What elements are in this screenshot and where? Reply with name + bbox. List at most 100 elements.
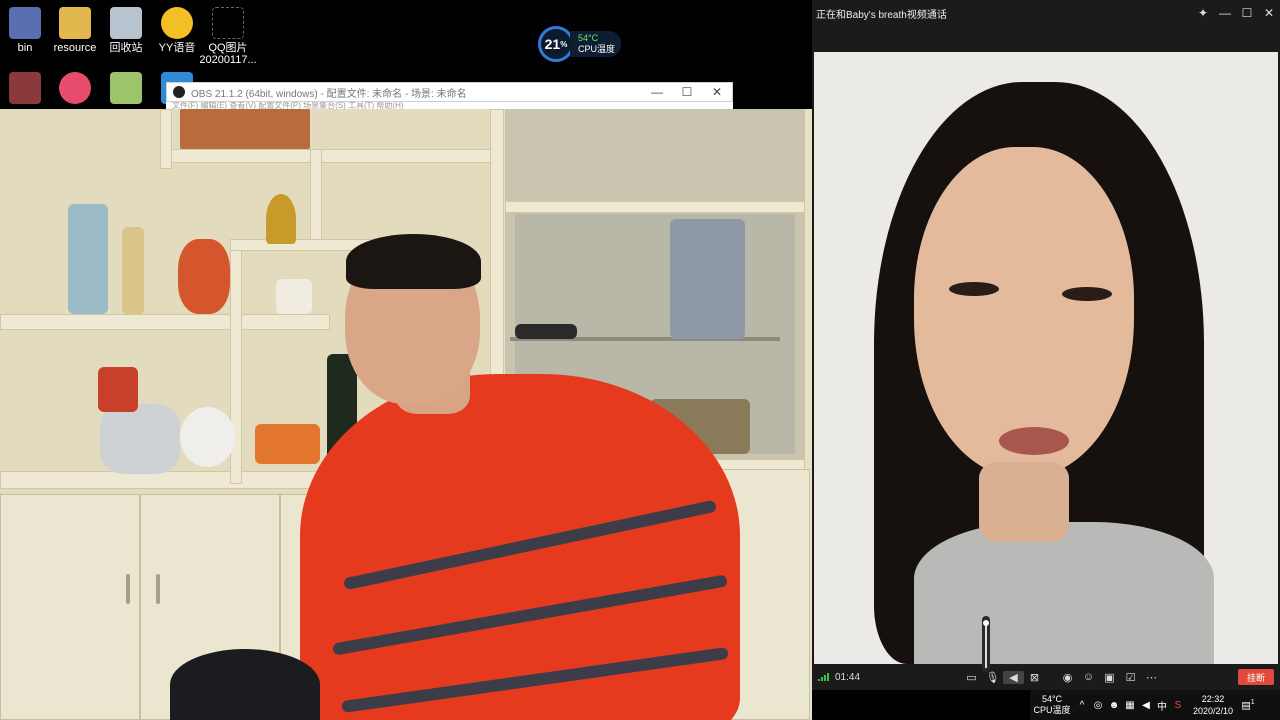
desktop: bin resource 回收站 YY语音 QQ图片 20200117... 2… — [0, 0, 1280, 720]
app-tray-icon[interactable]: ☻ — [1106, 700, 1122, 711]
signal-strength-icon — [818, 673, 829, 681]
minimize-button[interactable]: — — [1214, 6, 1236, 20]
sogou-icon[interactable]: S — [1170, 700, 1186, 711]
obs-window-title: OBS 21.1.2 (64bit, windows) - 配置文件: 未命名 … — [191, 88, 467, 100]
desktop-icon-99[interactable] — [46, 72, 104, 107]
game-avatar-icon — [9, 72, 41, 104]
woman-sweater — [914, 522, 1214, 664]
cat-figure — [276, 279, 312, 314]
tray-clock[interactable]: 22:32 2020/2/10 — [1186, 693, 1240, 717]
person-hair — [346, 234, 481, 289]
user-app-icon — [110, 72, 142, 104]
obs-preview-video — [0, 109, 812, 720]
shelf-board — [165, 149, 495, 163]
app-99-icon — [59, 72, 91, 104]
woman-eye — [949, 282, 999, 296]
recycle-bin-icon — [110, 7, 142, 39]
video-call-window: 正在和Baby's breath视频通话 ✦ — ☐ ✕ 01:44 ▭ 🎙 ◀ — [812, 0, 1280, 690]
desktop-icon-user-app[interactable] — [97, 72, 155, 107]
ime-indicator[interactable]: 中 — [1154, 698, 1170, 713]
tray-cpu-temp[interactable]: 54°C CPU温度 — [1030, 694, 1074, 716]
desktop-icon-yy[interactable]: YY语音 — [148, 7, 206, 54]
microphone-icon[interactable]: 🎙 — [982, 671, 1003, 684]
volume-slider[interactable] — [982, 616, 990, 672]
cabinet-handle — [156, 574, 160, 604]
desktop-icon-qq-image[interactable]: QQ图片 20200117... — [199, 7, 257, 68]
shelf-divider — [310, 149, 322, 249]
desktop-icon-label: YY语音 — [158, 42, 196, 54]
cabinet-handle — [126, 574, 130, 604]
screen-share-icon[interactable]: ▣ — [1099, 671, 1120, 684]
cpu-temp-label: CPU温度 — [578, 44, 616, 54]
video-call-controls: 01:44 ▭ 🎙 ◀ ⊠ ◉ ☺ ▣ ☑ ⋯ — [812, 664, 1280, 690]
cpu-temp-value: 54°C — [578, 33, 599, 43]
cpu-usage-ring: 21% — [538, 26, 574, 62]
obs-minimize-button[interactable]: — — [642, 85, 672, 99]
screenshot-icon[interactable]: ◉ — [1057, 671, 1078, 684]
more-icon[interactable]: ⋯ — [1141, 671, 1162, 684]
cpu-usage-value: 21 — [544, 36, 561, 52]
remote-video — [814, 52, 1278, 664]
bottle — [68, 204, 108, 314]
close-button[interactable]: ✕ — [1258, 6, 1280, 20]
network-icon[interactable]: ◎ — [1090, 700, 1106, 711]
desktop-icon-recycle-bin[interactable]: 回收站 — [97, 7, 155, 54]
desktop-icon-label: QQ图片 20200117... — [199, 42, 257, 66]
plastic-bag — [100, 404, 180, 474]
shelf-divider — [160, 109, 172, 169]
desktop-icon-label: resource — [53, 42, 97, 54]
woman-mouth — [999, 427, 1069, 455]
volume-track[interactable] — [985, 622, 987, 668]
box-item — [670, 219, 745, 339]
tray-time: 22:32 — [1201, 694, 1225, 704]
shelf-board — [505, 201, 805, 213]
obs-maximize-button[interactable]: ☐ — [672, 85, 702, 99]
video-call-title: 正在和Baby's breath视频通话 — [816, 9, 947, 21]
shelf-board — [0, 314, 330, 330]
chair — [170, 649, 320, 720]
display-icon[interactable]: ▦ — [1122, 700, 1138, 711]
system-tray: 54°C CPU温度 ^ ◎ ☻ ▦ ◀ 中 S 22:32 2020/2/10… — [1030, 690, 1280, 720]
red-figure — [98, 367, 138, 412]
desktop-icon-label: 回收站 — [109, 42, 143, 54]
cpu-temp-panel: 54°C CPU温度 — [570, 31, 622, 57]
helmet — [180, 407, 235, 467]
tray-temp-label: CPU温度 — [1033, 705, 1071, 715]
obs-titlebar[interactable]: OBS 21.1.2 (64bit, windows) - 配置文件: 未命名 … — [166, 82, 733, 102]
pin-button[interactable]: ✦ — [1192, 6, 1214, 20]
trophy — [266, 194, 296, 244]
toy-car — [255, 424, 320, 464]
yy-voice-icon — [161, 7, 193, 39]
effects-icon[interactable]: ☺ — [1078, 671, 1099, 683]
whiteboard-icon[interactable]: ☑ — [1120, 671, 1141, 684]
monkey-figure — [178, 239, 230, 314]
bottle — [122, 227, 144, 315]
chevron-up-icon[interactable]: ^ — [1074, 700, 1090, 711]
call-timer: 01:44 — [835, 671, 861, 683]
tray-temp-value: 54°C — [1041, 694, 1063, 704]
notification-count: 1 — [1250, 698, 1255, 706]
camera-off-icon[interactable]: ⊠ — [1024, 671, 1045, 684]
cpu-widget[interactable]: 21% 54°C CPU温度 — [538, 26, 622, 62]
obs-close-button[interactable]: ✕ — [702, 85, 732, 99]
speaker-icon[interactable]: ◀ — [1003, 670, 1024, 684]
cpu-usage-unit: % — [560, 39, 568, 49]
volume-knob[interactable] — [983, 620, 989, 627]
folder-icon — [59, 7, 91, 39]
woman-neck — [979, 462, 1069, 542]
video-call-titlebar[interactable]: 正在和Baby's breath视频通话 ✦ — ☐ ✕ — [812, 0, 1280, 26]
tray-date: 2020/2/10 — [1192, 706, 1234, 716]
notification-icon[interactable]: ▤1 — [1240, 699, 1256, 711]
dark-box — [515, 324, 577, 339]
maximize-button[interactable]: ☐ — [1236, 6, 1258, 20]
bin-folder-icon — [9, 7, 41, 39]
cabinet-door — [0, 494, 140, 720]
woman-eye — [1062, 287, 1112, 301]
obs-logo-icon — [173, 86, 185, 98]
desktop-icon-resource[interactable]: resource — [46, 7, 104, 54]
toy-box — [180, 109, 310, 149]
image-file-icon — [212, 7, 244, 39]
chat-icon[interactable]: ▭ — [961, 671, 982, 684]
hangup-button[interactable]: 挂断 — [1238, 669, 1274, 685]
volume-icon[interactable]: ◀ — [1138, 700, 1154, 711]
